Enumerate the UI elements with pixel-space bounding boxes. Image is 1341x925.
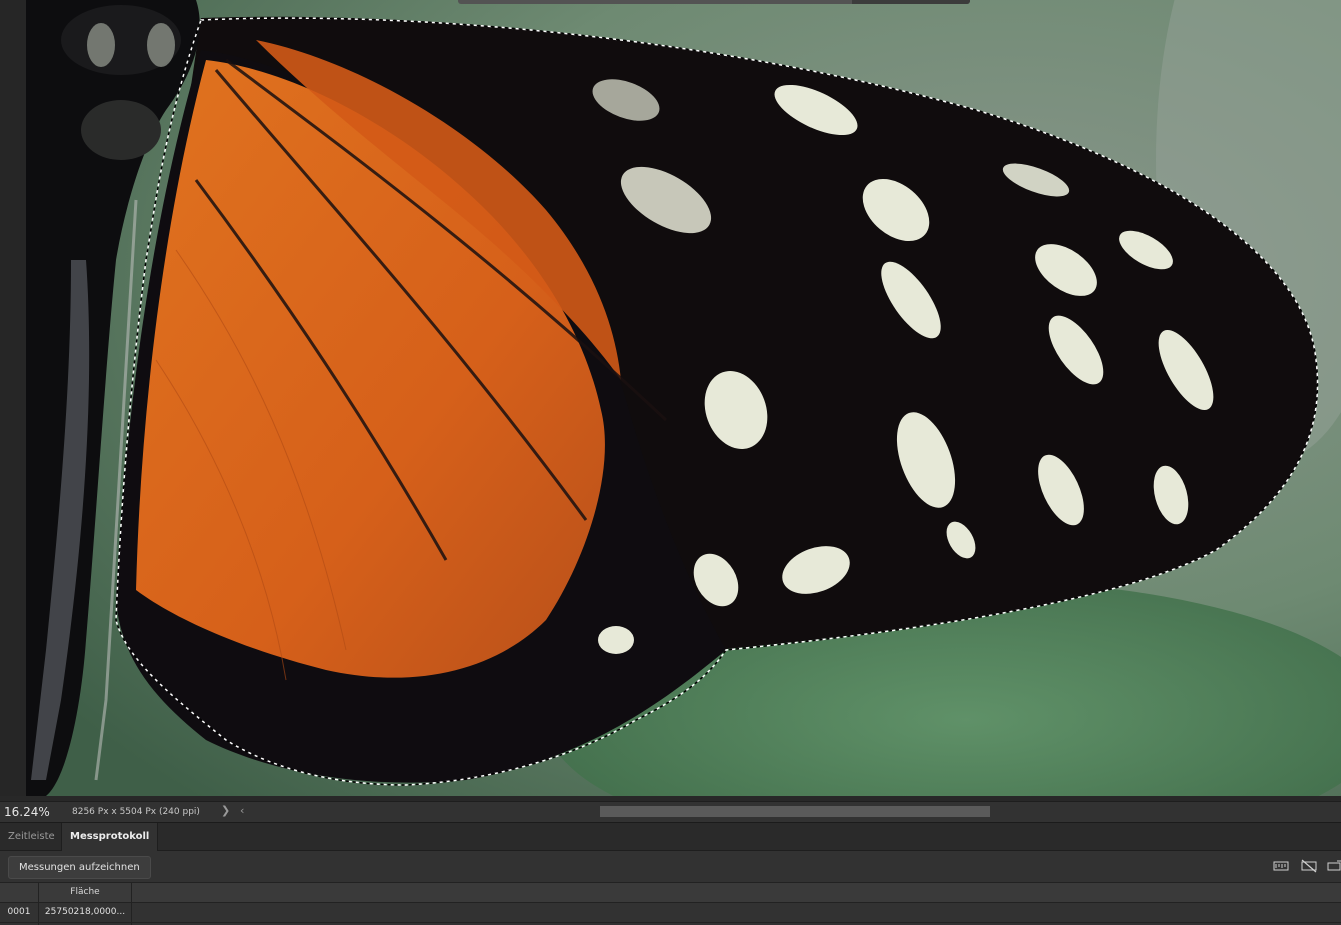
top-scroll-indicator[interactable] [458, 0, 970, 4]
status-menu-arrow-icon[interactable]: ❯ [221, 804, 230, 817]
document-info: 8256 Px x 5504 Px (240 ppi) [72, 807, 200, 817]
table-row[interactable]: 0001 25750218,0000... [0, 903, 1341, 923]
photoshop-window: 16.24% 8256 Px x 5504 Px (240 ppi) ❯ ‹ Z… [0, 0, 1341, 925]
column-header-flaeche[interactable]: Fläche [39, 883, 131, 902]
zoom-level[interactable]: 16.24% [4, 805, 50, 819]
row-value-flaeche: 25750218,0000... [44, 907, 126, 917]
status-bar: 16.24% 8256 Px x 5504 Px (240 ppi) ❯ ‹ [0, 801, 1341, 822]
select-all-measurements-icon[interactable] [1273, 859, 1289, 873]
tab-messprotokoll[interactable]: Messprotokoll [61, 823, 159, 851]
measurement-panel: Zeitleiste Messprotokoll Messungen aufze… [0, 822, 1341, 925]
table-header: Fläche [0, 882, 1341, 903]
butterfly-image [26, 0, 1341, 796]
record-measurements-button[interactable]: Messungen aufzeichnen [8, 856, 151, 879]
panel-tab-bar: Zeitleiste Messprotokoll [0, 823, 1341, 851]
row-index: 0001 [7, 907, 31, 917]
tab-zeitleiste[interactable]: Zeitleiste [0, 823, 63, 850]
scroll-left-arrow-icon[interactable]: ‹ [240, 804, 244, 817]
deselect-measurements-icon[interactable] [1301, 859, 1317, 873]
column-header-index [0, 883, 38, 902]
measurement-table: Fläche 0001 25750218,0000... [0, 882, 1341, 925]
tools-strip-edge [0, 0, 26, 796]
image-canvas[interactable] [26, 0, 1341, 796]
horizontal-scrollbar-thumb[interactable] [600, 806, 990, 817]
export-measurements-icon[interactable] [1327, 859, 1341, 873]
